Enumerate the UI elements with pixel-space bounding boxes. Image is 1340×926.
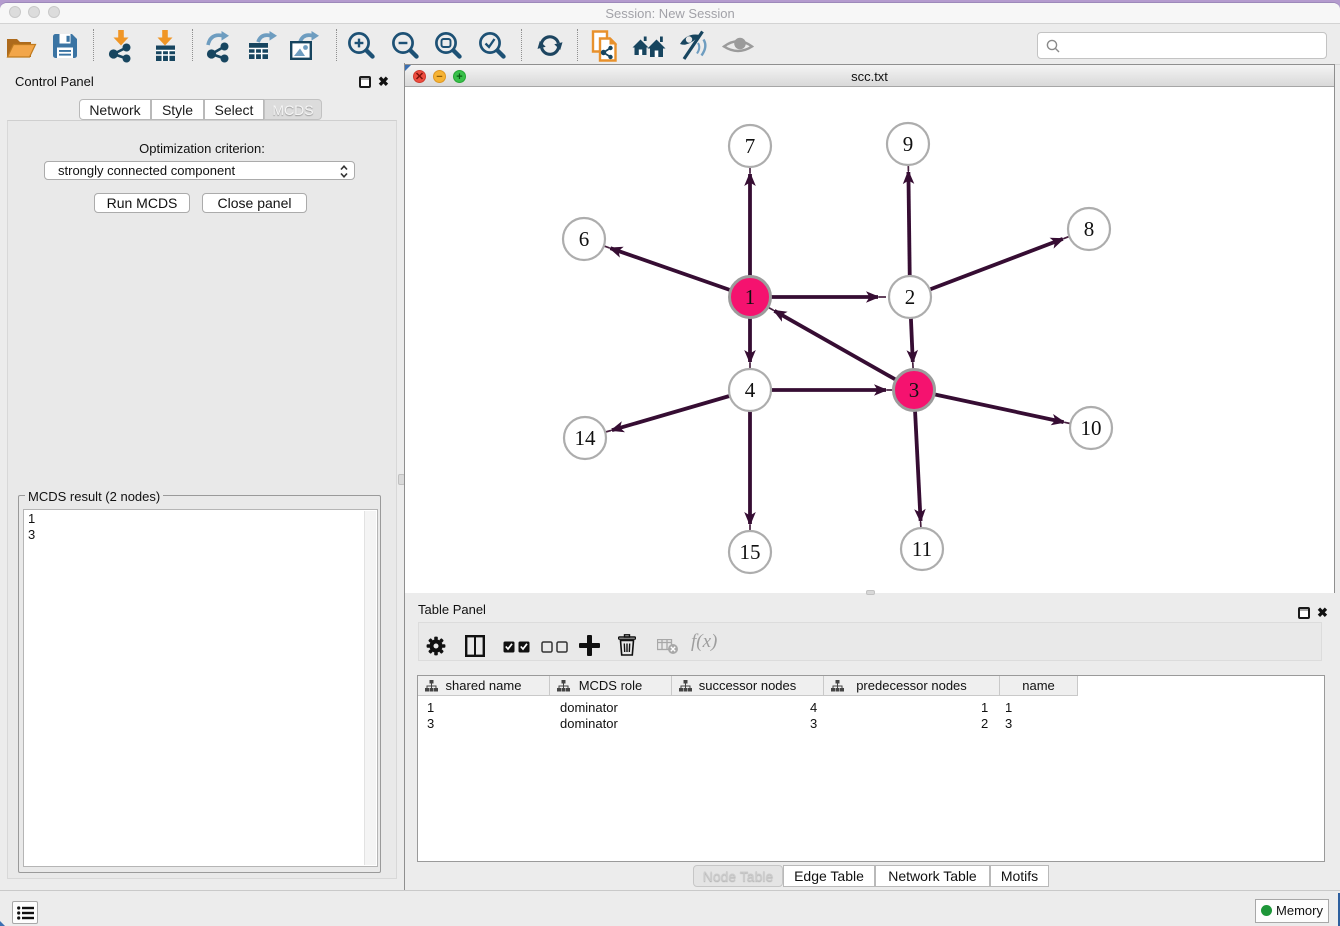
svg-text:1: 1 bbox=[745, 285, 756, 309]
svg-text:11: 11 bbox=[912, 537, 932, 561]
svg-text:10: 10 bbox=[1081, 416, 1102, 440]
svg-text:4: 4 bbox=[745, 378, 756, 402]
svg-text:15: 15 bbox=[740, 540, 761, 564]
svg-text:2: 2 bbox=[905, 285, 916, 309]
svg-text:7: 7 bbox=[745, 134, 756, 158]
svg-text:8: 8 bbox=[1084, 217, 1095, 241]
svg-text:14: 14 bbox=[575, 426, 597, 450]
svg-text:3: 3 bbox=[909, 378, 920, 402]
svg-text:6: 6 bbox=[579, 227, 590, 251]
svg-text:9: 9 bbox=[903, 132, 914, 156]
